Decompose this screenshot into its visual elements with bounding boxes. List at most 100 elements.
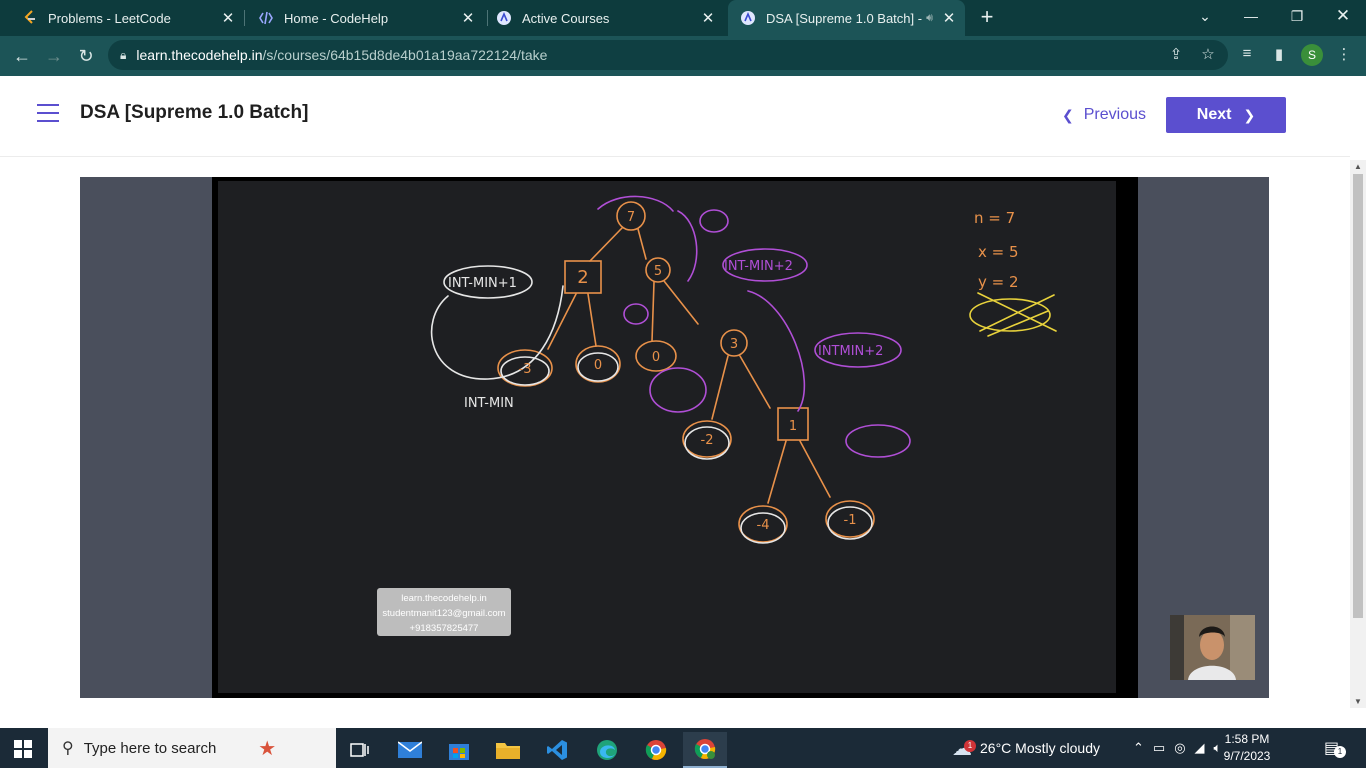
previous-label: Previous: [1083, 106, 1146, 123]
share-icon[interactable]: ⇪: [1166, 45, 1186, 65]
tab-leetcode[interactable]: Problems - LeetCode ✕: [0, 0, 244, 36]
chrome-icon[interactable]: [634, 732, 678, 768]
search-icon: ⚲: [62, 740, 74, 757]
svg-text:2: 2: [577, 267, 588, 288]
instructor-webcam: [1170, 615, 1255, 680]
label-int-min: INT-MIN: [464, 396, 514, 411]
label-y: y = 2: [978, 273, 1019, 291]
browser-tab-strip: Problems - LeetCode ✕ Home - CodeHelp ✕ …: [0, 0, 1366, 36]
header-divider: [0, 156, 1350, 157]
scrollbar-thumb[interactable]: [1353, 174, 1363, 618]
file-explorer-icon[interactable]: [486, 732, 530, 768]
tab-dsa-supreme[interactable]: DSA [Supreme 1.0 Batch] - C 🔊︎ ✕: [728, 0, 965, 36]
windows-start-icon[interactable]: [14, 740, 32, 758]
taskbar-search-box[interactable]: ⚲ Type here to search ★: [48, 728, 336, 768]
instructor-figure: [1170, 615, 1255, 680]
chevron-up-icon[interactable]: ⌃: [1133, 740, 1144, 756]
label-int-min-plus1: INT-MIN+1: [448, 276, 517, 291]
svg-text:0: 0: [652, 350, 660, 365]
label-int-min-plus2-a: INT-MIN+2: [724, 259, 793, 274]
browser-menu-icon[interactable]: ⋮: [1334, 45, 1354, 65]
svg-text:7: 7: [627, 210, 635, 225]
svg-text:-2: -2: [701, 433, 714, 448]
courses-site-icon: [740, 10, 756, 26]
svg-text:-4: -4: [757, 518, 770, 533]
scroll-down-icon[interactable]: ▼: [1354, 697, 1362, 706]
bookmark-star-icon[interactable]: ☆: [1198, 45, 1218, 65]
forward-arrow-icon[interactable]: →: [42, 44, 66, 68]
browser-toolbar: ← → ↻ 🔒︎ learn.thecodehelp.in/s/courses/…: [0, 36, 1366, 76]
reload-icon[interactable]: ↻: [74, 44, 98, 68]
address-bar[interactable]: 🔒︎ learn.thecodehelp.in/s/courses/64b15d…: [108, 40, 1228, 70]
new-tab-button[interactable]: +: [976, 4, 998, 30]
annotation-ellipse: [845, 424, 911, 458]
search-placeholder: Type here to search: [83, 739, 217, 757]
tab-title: Active Courses: [522, 10, 610, 26]
next-button[interactable]: Next ❯: [1166, 97, 1286, 133]
weather-widget[interactable]: ☁ 1 26°C Mostly cloudy: [952, 728, 1100, 768]
weather-cloud-icon: ☁ 1: [952, 736, 976, 761]
watermark-site: learn.thecodehelp.in: [401, 593, 487, 604]
tab-codehelp-home[interactable]: Home - CodeHelp ✕: [236, 0, 484, 36]
svg-text:1: 1: [789, 419, 797, 434]
tab-search-chevron-icon[interactable]: ⌄: [1182, 0, 1228, 32]
side-panel-icon[interactable]: ▮: [1269, 45, 1289, 65]
whiteboard: 7 2 5 -3 0 0 3 -2 1 -4 -1 INT-MIN+1 INT-…: [218, 181, 1116, 693]
url-text: learn.thecodehelp.in/s/courses/64b15d8de…: [136, 47, 548, 63]
video-player[interactable]: 7 2 5 -3 0 0 3 -2 1 -4 -1 INT-MIN+1 INT-…: [80, 177, 1269, 698]
close-tab-icon[interactable]: ✕: [698, 9, 718, 27]
system-clock[interactable]: 1:58 PM 9/7/2023: [1222, 731, 1272, 765]
close-tab-icon[interactable]: ✕: [939, 9, 959, 27]
leetcode-icon: [22, 10, 38, 26]
audio-playing-icon[interactable]: 🔊︎: [926, 12, 933, 25]
clock-time: 1:58 PM: [1224, 732, 1270, 746]
tab-title: Problems - LeetCode: [48, 10, 171, 26]
tab-title: DSA [Supreme 1.0 Batch] - C: [766, 10, 927, 26]
meet-now-icon[interactable]: ◎: [1174, 740, 1185, 756]
windows-taskbar: ⚲ Type here to search ★ ☁ 1 26°C Mostly …: [0, 728, 1366, 768]
label-int-min-plus2-b: INTMIN+2: [818, 344, 883, 359]
lock-icon[interactable]: 🔒︎: [120, 48, 126, 63]
annotation-ellipse: [649, 367, 707, 413]
tab-active-courses[interactable]: Active Courses ✕: [474, 0, 724, 36]
microsoft-store-icon[interactable]: [437, 732, 481, 768]
next-label: Next: [1196, 106, 1232, 123]
restore-button[interactable]: ❐: [1274, 0, 1320, 32]
clock-date: 9/7/2023: [1223, 749, 1271, 763]
task-view-icon[interactable]: [338, 732, 382, 768]
weather-text: 26°C Mostly cloudy: [980, 740, 1100, 756]
page-scrollbar[interactable]: ▲ ▼: [1350, 160, 1366, 708]
course-title: DSA [Supreme 1.0 Batch]: [80, 102, 309, 123]
volume-icon[interactable]: 🔈︎: [1214, 740, 1222, 756]
chrome-profile-icon[interactable]: [683, 732, 727, 768]
vscode-icon[interactable]: [535, 732, 579, 768]
tab-title: Home - CodeHelp: [284, 10, 389, 26]
close-tab-icon[interactable]: ✕: [218, 9, 238, 27]
media-queue-icon[interactable]: ≡: [1237, 45, 1257, 65]
previous-button[interactable]: ❮ Previous: [1062, 102, 1146, 128]
watermark-email: studentmanit123@gmail.com: [382, 608, 506, 619]
system-tray[interactable]: ⌃ ▭ ◎ ◢ 🔈︎: [1133, 728, 1221, 768]
svg-text:3: 3: [730, 337, 738, 352]
battery-icon[interactable]: ▭: [1153, 740, 1165, 756]
profile-avatar[interactable]: S: [1301, 44, 1323, 66]
video-canvas[interactable]: 7 2 5 -3 0 0 3 -2 1 -4 -1 INT-MIN+1 INT-…: [212, 177, 1255, 698]
watermark-phone: +918357825477: [409, 623, 479, 634]
svg-text:-1: -1: [844, 513, 857, 528]
notification-center-icon[interactable]: ▤ 1: [1324, 728, 1346, 768]
minimize-button[interactable]: —: [1228, 0, 1274, 32]
notification-count: 1: [1334, 746, 1346, 758]
menu-icon[interactable]: [37, 104, 59, 122]
courses-site-icon: [496, 10, 512, 26]
close-window-button[interactable]: ✕: [1320, 0, 1366, 32]
codehelp-icon: [258, 10, 274, 26]
edge-icon[interactable]: [585, 732, 629, 768]
back-arrow-icon[interactable]: ←: [10, 44, 34, 68]
whiteboard-drawing: 7 2 5 -3 0 0 3 -2 1 -4 -1 INT-MIN+1 INT-…: [430, 195, 1057, 544]
annotation-curve: [430, 285, 564, 380]
wifi-icon[interactable]: ◢: [1195, 740, 1205, 756]
annotation-ellipse: [623, 303, 649, 325]
watermark-box: learn.thecodehelp.in studentmanit123@gma…: [377, 588, 511, 636]
scroll-up-icon[interactable]: ▲: [1354, 162, 1362, 171]
mail-icon[interactable]: [388, 732, 432, 768]
